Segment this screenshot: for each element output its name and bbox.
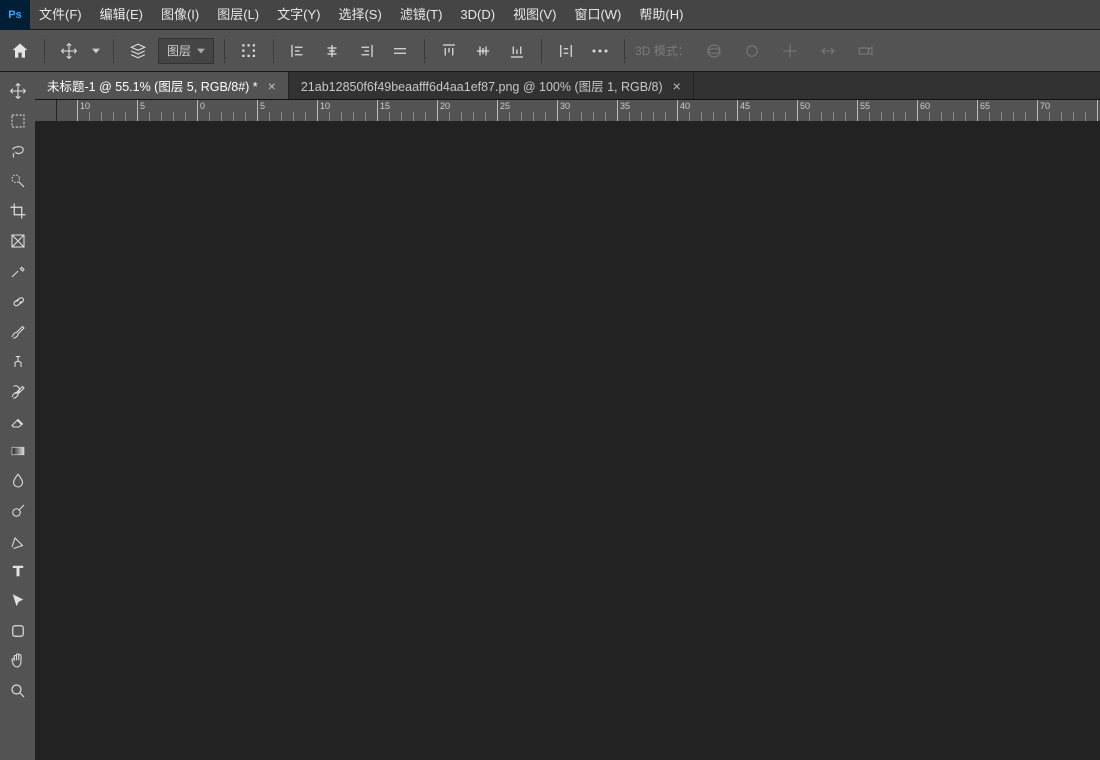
tool-zoom[interactable] [3, 676, 33, 706]
tool-lasso[interactable] [3, 136, 33, 166]
transform-controls-icon[interactable] [235, 37, 263, 65]
menu-help[interactable]: 帮助(H) [630, 0, 692, 30]
document-tab[interactable]: 未标题-1 @ 55.1% (图层 5, RGB/8#) * × [35, 72, 289, 99]
distribute-icon[interactable] [552, 37, 580, 65]
mode-3d-group: 3D 模式： [635, 37, 880, 65]
tool-healing[interactable] [3, 286, 33, 316]
menu-file[interactable]: 文件(F) [30, 0, 91, 30]
separator [224, 39, 225, 63]
close-icon[interactable]: × [673, 78, 681, 94]
tool-shape[interactable] [3, 616, 33, 646]
menu-layer[interactable]: 图层(L) [208, 0, 268, 30]
more-align-icon[interactable] [586, 37, 614, 65]
align-top-icon[interactable] [435, 37, 463, 65]
separator [113, 39, 114, 63]
ruler-horizontal[interactable]: 105051015202530354045505560657075 [57, 100, 1100, 122]
menu-view[interactable]: 视图(V) [504, 0, 565, 30]
document-tab-bar: 未标题-1 @ 55.1% (图层 5, RGB/8#) * × 21ab128… [0, 72, 1100, 100]
ruler-tick: 5 [137, 100, 145, 121]
roll-3d-icon[interactable] [738, 37, 766, 65]
tool-frame[interactable] [3, 226, 33, 256]
align-left-icon[interactable] [284, 37, 312, 65]
tool-dodge[interactable] [3, 496, 33, 526]
app-logo: Ps [0, 0, 30, 30]
target-layer-label: 图层 [167, 42, 191, 59]
tool-clone[interactable] [3, 346, 33, 376]
options-bar: 图层 3D 模式： [0, 30, 1100, 72]
ruler-tick: 0 [197, 100, 205, 121]
separator [424, 39, 425, 63]
tool-quick-select[interactable] [3, 166, 33, 196]
move-tool-indicator-icon[interactable] [55, 37, 83, 65]
pan-3d-icon[interactable] [776, 37, 804, 65]
menu-edit[interactable]: 编辑(E) [91, 0, 152, 30]
tool-gradient[interactable] [3, 436, 33, 466]
tool-crop[interactable] [3, 196, 33, 226]
tool-eyedropper[interactable] [3, 256, 33, 286]
canvas-area: 105051015202530354045505560657075 051 01… [35, 100, 1100, 122]
tool-path-select[interactable] [3, 586, 33, 616]
separator [44, 39, 45, 63]
align-hcenter-icon[interactable] [318, 37, 346, 65]
menu-window[interactable]: 窗口(W) [565, 0, 630, 30]
align-right-icon[interactable] [352, 37, 380, 65]
tool-brush[interactable] [3, 316, 33, 346]
slide-3d-icon[interactable] [814, 37, 842, 65]
align-eq-icon[interactable] [386, 37, 414, 65]
document-tab-label: 21ab12850f6f49beaafff6d4aa1ef87.png @ 10… [301, 76, 663, 95]
tool-eraser[interactable] [3, 406, 33, 436]
ruler-tick: 5 [257, 100, 265, 121]
menu-select[interactable]: 选择(S) [329, 0, 390, 30]
tool-type[interactable] [3, 556, 33, 586]
tool-marquee[interactable] [3, 106, 33, 136]
tool-hand[interactable] [3, 646, 33, 676]
tool-panel [0, 72, 35, 760]
home-button[interactable] [6, 37, 34, 65]
menu-type[interactable]: 文字(Y) [268, 0, 329, 30]
dropdown-caret-icon[interactable] [89, 37, 103, 65]
separator [273, 39, 274, 63]
menu-image[interactable]: 图像(I) [152, 0, 208, 30]
tool-pen[interactable] [3, 526, 33, 556]
orbit-3d-icon[interactable] [700, 37, 728, 65]
document-tab-label: 未标题-1 @ 55.1% (图层 5, RGB/8#) * [47, 76, 258, 95]
camera-3d-icon[interactable] [852, 37, 880, 65]
separator [541, 39, 542, 63]
ruler-corner [35, 100, 57, 122]
align-vcenter-icon[interactable] [469, 37, 497, 65]
mode-3d-label: 3D 模式： [635, 42, 690, 59]
menu-3d[interactable]: 3D(D) [451, 0, 504, 30]
auto-select-icon[interactable] [124, 37, 152, 65]
menu-filter[interactable]: 滤镜(T) [391, 0, 452, 30]
tool-blur[interactable] [3, 466, 33, 496]
separator [624, 39, 625, 63]
menu-bar: Ps 文件(F) 编辑(E) 图像(I) 图层(L) 文字(Y) 选择(S) 滤… [0, 0, 1100, 30]
tool-history-brush[interactable] [3, 376, 33, 406]
document-tab[interactable]: 21ab12850f6f49beaafff6d4aa1ef87.png @ 10… [289, 72, 694, 99]
tool-move[interactable] [3, 76, 33, 106]
align-bottom-icon[interactable] [503, 37, 531, 65]
close-icon[interactable]: × [268, 78, 276, 94]
target-layer-dropdown[interactable]: 图层 [158, 38, 214, 64]
